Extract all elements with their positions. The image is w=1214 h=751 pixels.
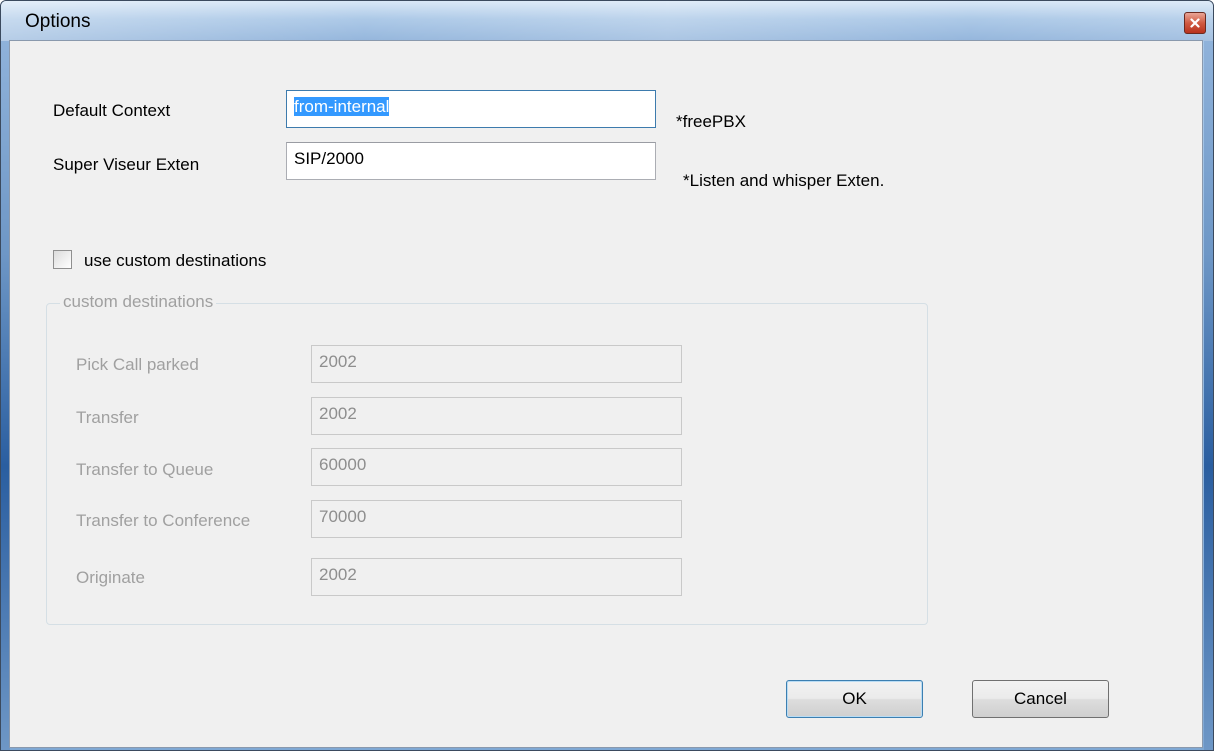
pick-call-parked-label: Pick Call parked: [76, 355, 199, 374]
default-context-note: *freePBX: [676, 112, 746, 131]
pick-call-parked-value: 2002: [319, 352, 357, 371]
originate-label: Originate: [76, 568, 145, 587]
default-context-value: from-internal: [294, 97, 390, 116]
cancel-button[interactable]: Cancel: [972, 680, 1109, 718]
originate-value: 2002: [319, 565, 357, 584]
super-viseur-exten-value: SIP/2000: [294, 149, 364, 168]
transfer-value: 2002: [319, 404, 357, 423]
window-frame-right: [1204, 41, 1213, 750]
super-viseur-exten-note: *Listen and whisper Exten.: [683, 171, 885, 190]
pick-call-parked-input[interactable]: 2002: [311, 345, 682, 383]
window-title: Options: [25, 11, 91, 32]
title-bar[interactable]: Options: [1, 1, 1213, 41]
transfer-to-queue-input[interactable]: 60000: [311, 448, 682, 486]
ok-button[interactable]: OK: [786, 680, 923, 718]
use-custom-destinations-checkbox[interactable]: [53, 250, 72, 269]
default-context-label: Default Context: [53, 101, 171, 120]
transfer-to-queue-label: Transfer to Queue: [76, 460, 214, 479]
transfer-to-conference-input[interactable]: 70000: [311, 500, 682, 538]
close-button[interactable]: [1184, 12, 1206, 34]
super-viseur-exten-label: Super Viseur Exten: [53, 155, 200, 174]
super-viseur-exten-input[interactable]: SIP/2000: [286, 142, 656, 180]
transfer-input[interactable]: 2002: [311, 397, 682, 435]
custom-destinations-legend: custom destinations: [60, 292, 217, 312]
transfer-to-conference-label: Transfer to Conference: [76, 511, 251, 530]
default-context-input[interactable]: from-internal: [286, 90, 656, 128]
transfer-to-conference-value: 70000: [319, 507, 367, 526]
transfer-label: Transfer: [76, 408, 139, 427]
transfer-to-queue-value: 60000: [319, 455, 367, 474]
use-custom-destinations-label[interactable]: use custom destinations: [84, 251, 266, 271]
originate-input[interactable]: 2002: [311, 558, 682, 596]
close-icon: [1190, 18, 1200, 28]
